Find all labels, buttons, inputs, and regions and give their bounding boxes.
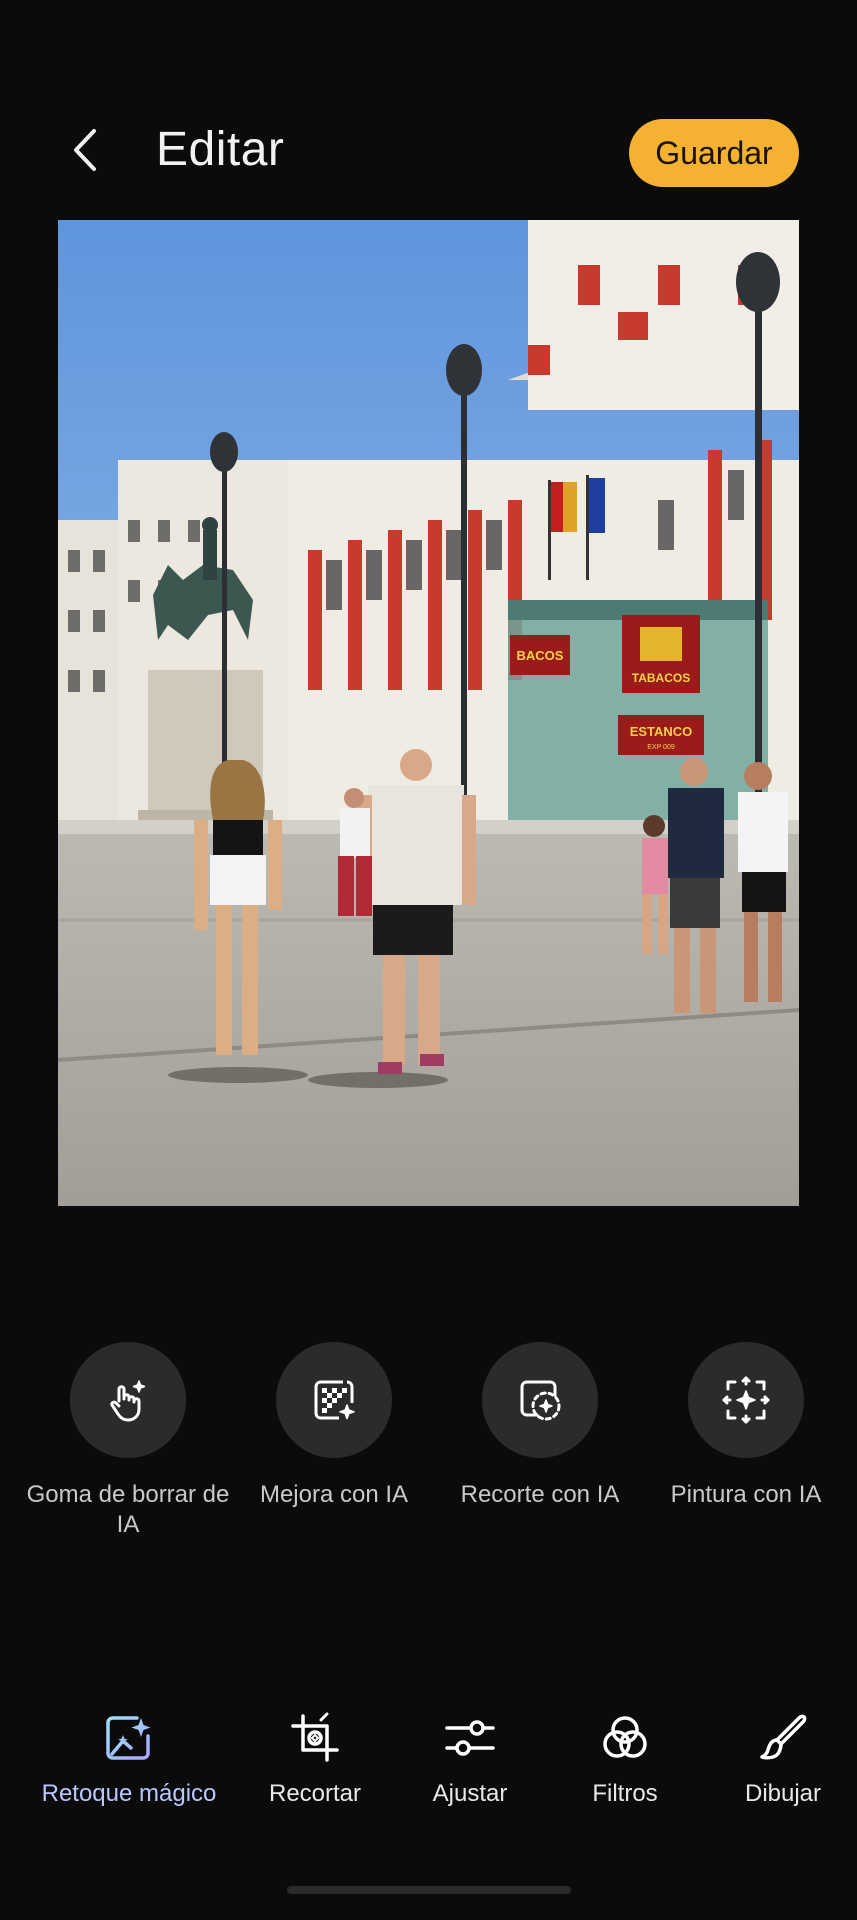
home-indicator[interactable]	[287, 1886, 571, 1894]
ai-enhance-tool[interactable]: Mejora con IA	[234, 1342, 434, 1510]
ai-enhance-icon	[276, 1342, 392, 1458]
crop-icon	[287, 1710, 343, 1766]
back-button[interactable]	[60, 125, 110, 175]
ai-cutout-icon	[482, 1342, 598, 1458]
kiosk-sign-expo: EXP 009	[647, 744, 675, 751]
nav-crop-label: Recortar	[268, 1780, 362, 1807]
kiosk-sign-bacos: BACOS	[517, 648, 564, 663]
ai-paint-label: Pintura con IA	[670, 1481, 822, 1508]
ai-paint-tool[interactable]: Pintura con IA	[646, 1342, 846, 1510]
nav-draw[interactable]: Dibujar	[728, 1710, 838, 1808]
kiosk-sign-tabacos: TABACOS	[632, 671, 690, 685]
ai-eraser-label: Goma de borrar de IA	[26, 1481, 230, 1538]
chevron-left-icon	[74, 129, 96, 171]
save-button[interactable]: Guardar	[629, 119, 799, 187]
magic-retouch-icon	[101, 1710, 157, 1766]
brush-icon	[755, 1710, 811, 1766]
ai-paint-icon	[688, 1342, 804, 1458]
filters-icon	[597, 1710, 653, 1766]
ai-enhance-label: Mejora con IA	[259, 1481, 409, 1508]
kiosk-sign-estanco: ESTANCO	[630, 724, 693, 739]
page-title: Editar	[156, 123, 285, 176]
nav-adjust[interactable]: Ajustar	[415, 1710, 525, 1808]
nav-magic-retouch-label: Retoque mágico	[41, 1780, 217, 1807]
nav-filters[interactable]: Filtros	[570, 1710, 680, 1808]
nav-magic-retouch[interactable]: Retoque mágico	[34, 1710, 224, 1808]
ai-cutout-label: Recorte con IA	[460, 1481, 620, 1508]
ai-eraser-icon	[70, 1342, 186, 1458]
ai-cutout-tool[interactable]: Recorte con IA	[440, 1342, 640, 1510]
sliders-icon	[442, 1710, 498, 1766]
nav-filters-label: Filtros	[592, 1780, 658, 1807]
nav-adjust-label: Ajustar	[432, 1780, 508, 1807]
nav-crop[interactable]: Recortar	[255, 1710, 375, 1808]
edited-photo[interactable]: TABACOS BACOS ESTANCO EXP 009	[58, 220, 799, 1206]
nav-draw-label: Dibujar	[744, 1780, 822, 1807]
ai-eraser-tool[interactable]: Goma de borrar de IA	[27, 1342, 229, 1540]
